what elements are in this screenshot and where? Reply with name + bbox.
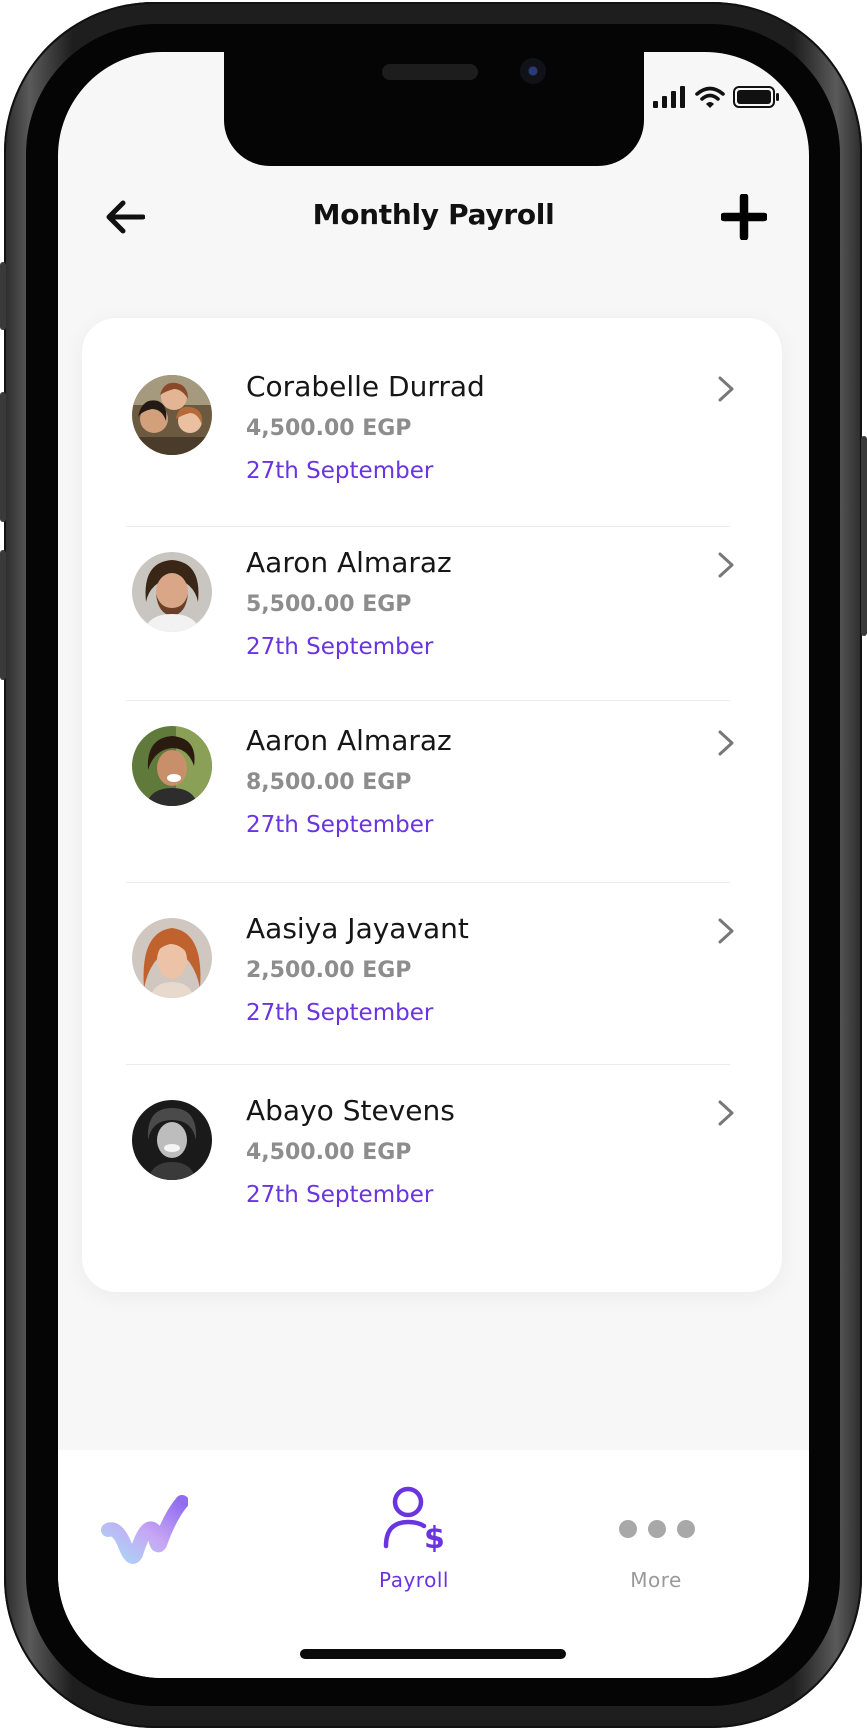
chevron-right-icon — [718, 918, 734, 944]
wifi-icon — [695, 86, 725, 108]
list-item[interactable]: Corabelle Durrad 4,500.00 EGP 27th Septe… — [82, 318, 782, 494]
avatar — [132, 1100, 212, 1180]
front-camera — [520, 58, 546, 84]
salary-amount: 2,500.00 EGP — [246, 958, 412, 983]
list-item[interactable]: Aasiya Jayavant 2,500.00 EGP 27th Septem… — [82, 882, 782, 1064]
tab-payroll[interactable]: $ Payroll — [334, 1486, 494, 1596]
plus-icon — [721, 194, 767, 240]
chevron-right-icon — [718, 552, 734, 578]
speaker-grille — [382, 64, 478, 80]
payroll-list-card: Corabelle Durrad 4,500.00 EGP 27th Septe… — [82, 318, 782, 1292]
power-button — [861, 436, 867, 636]
employee-name: Aasiya Jayavant — [246, 912, 469, 945]
avatar — [132, 918, 212, 998]
page-title: Monthly Payroll — [312, 198, 555, 231]
list-item[interactable]: Aaron Almaraz 8,500.00 EGP 27th Septembe… — [82, 700, 782, 882]
pay-date: 27th September — [246, 1000, 434, 1026]
tab-label-payroll: Payroll — [379, 1568, 449, 1592]
cellular-signal-icon — [653, 86, 685, 108]
employee-name: Corabelle Durrad — [246, 370, 485, 403]
avatar — [132, 726, 212, 806]
avatar — [132, 375, 212, 455]
tab-label-more: More — [630, 1568, 682, 1592]
more-dots-icon — [619, 1520, 695, 1538]
status-bar — [653, 86, 779, 108]
svg-text:$: $ — [424, 1521, 445, 1552]
chevron-right-icon — [718, 730, 734, 756]
salary-amount: 4,500.00 EGP — [246, 416, 412, 441]
silent-switch — [0, 262, 6, 330]
user-dollar-icon: $ — [383, 1486, 445, 1552]
home-indicator[interactable] — [300, 1649, 566, 1659]
bottom-tab-bar: $ Payroll More — [58, 1450, 809, 1678]
pay-date: 27th September — [246, 812, 434, 838]
chevron-right-icon — [718, 376, 734, 402]
volume-down-button — [0, 550, 6, 680]
employee-name: Abayo Stevens — [246, 1094, 455, 1127]
list-item[interactable]: Aaron Almaraz 5,500.00 EGP 27th Septembe… — [82, 526, 782, 700]
battery-icon — [733, 86, 779, 108]
tab-home[interactable] — [100, 1492, 200, 1592]
app-screen: Monthly Payroll Corabelle Durrad 4,500.0… — [58, 52, 809, 1678]
tab-more[interactable]: More — [576, 1512, 736, 1602]
volume-up-button — [0, 392, 6, 522]
add-button[interactable] — [717, 190, 771, 244]
employee-name: Aaron Almaraz — [246, 724, 452, 757]
salary-amount: 8,500.00 EGP — [246, 770, 412, 795]
pay-date: 27th September — [246, 458, 434, 484]
pay-date: 27th September — [246, 634, 434, 660]
salary-amount: 5,500.00 EGP — [246, 592, 412, 617]
list-item[interactable]: Abayo Stevens 4,500.00 EGP 27th Septembe… — [82, 1064, 782, 1246]
employee-name: Aaron Almaraz — [246, 546, 452, 579]
top-app-bar: Monthly Payroll — [58, 162, 809, 272]
pay-date: 27th September — [246, 1182, 434, 1208]
avatar — [132, 552, 212, 632]
brand-logo-icon — [101, 1495, 189, 1564]
phone-mockup: Monthly Payroll Corabelle Durrad 4,500.0… — [0, 0, 867, 1732]
notch — [224, 52, 644, 166]
salary-amount: 4,500.00 EGP — [246, 1140, 412, 1165]
chevron-right-icon — [718, 1100, 734, 1126]
